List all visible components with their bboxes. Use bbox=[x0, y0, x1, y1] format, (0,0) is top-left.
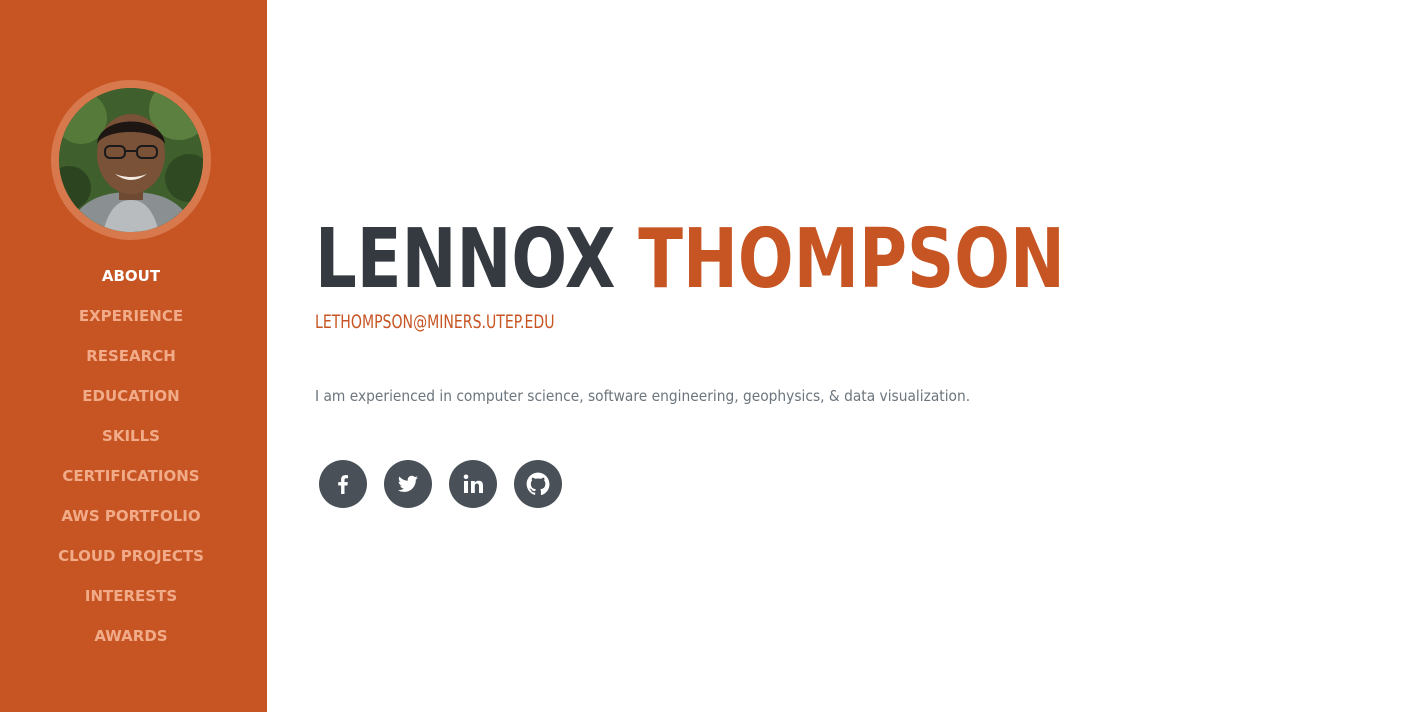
twitter-icon bbox=[397, 475, 418, 492]
twitter-button[interactable] bbox=[384, 460, 432, 508]
linkedin-icon bbox=[463, 474, 483, 493]
nav-item-certifications[interactable]: CERTIFICATIONS bbox=[0, 456, 262, 496]
first-name: LENNOX bbox=[315, 212, 616, 307]
nav-item-about[interactable]: ABOUT bbox=[0, 256, 262, 296]
sidebar: ABOUT EXPERIENCE RESEARCH EDUCATION SKIL… bbox=[0, 0, 267, 712]
nav-item-cloud-projects[interactable]: CLOUD PROJECTS bbox=[0, 536, 262, 576]
main-content: LENNOX THOMPSON LETHOMPSON@MINERS.UTEP.E… bbox=[267, 0, 1427, 712]
nav-item-awards[interactable]: AWARDS bbox=[0, 616, 262, 656]
nav-item-skills[interactable]: SKILLS bbox=[0, 416, 262, 456]
page: ABOUT EXPERIENCE RESEARCH EDUCATION SKIL… bbox=[0, 0, 1427, 712]
social-links bbox=[319, 460, 562, 508]
github-button[interactable] bbox=[514, 460, 562, 508]
linkedin-button[interactable] bbox=[449, 460, 497, 508]
nav-item-aws-portfolio[interactable]: AWS PORTFOLIO bbox=[0, 496, 262, 536]
nav-item-interests[interactable]: INTERESTS bbox=[0, 576, 262, 616]
nav-item-education[interactable]: EDUCATION bbox=[0, 376, 262, 416]
profile-avatar bbox=[51, 80, 211, 240]
facebook-button[interactable] bbox=[319, 460, 367, 508]
facebook-icon bbox=[338, 475, 348, 494]
profile-photo bbox=[59, 88, 203, 232]
email-link[interactable]: LETHOMPSON@MINERS.UTEP.EDU bbox=[315, 310, 554, 334]
last-name: THOMPSON bbox=[638, 212, 1065, 307]
nav-item-experience[interactable]: EXPERIENCE bbox=[0, 296, 262, 336]
sidebar-nav: ABOUT EXPERIENCE RESEARCH EDUCATION SKIL… bbox=[0, 256, 262, 656]
bio-text: I am experienced in computer science, so… bbox=[315, 387, 971, 405]
nav-item-research[interactable]: RESEARCH bbox=[0, 336, 262, 376]
github-icon bbox=[526, 472, 550, 496]
page-title: LENNOX THOMPSON bbox=[315, 214, 1065, 306]
